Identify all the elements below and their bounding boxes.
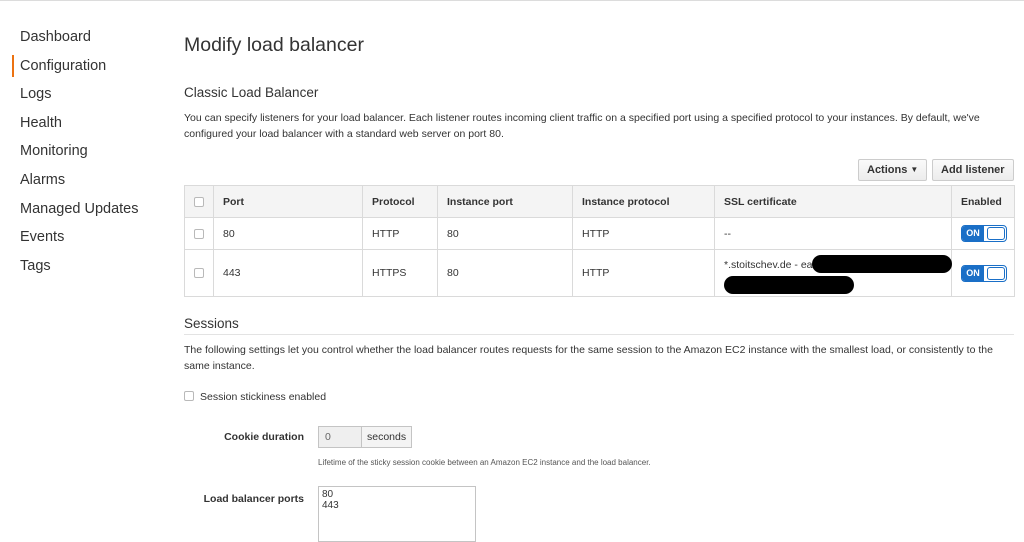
add-listener-button[interactable]: Add listener	[932, 159, 1014, 181]
column-header-instance-protocol: Instance protocol	[572, 185, 715, 218]
port-cell: 443	[213, 249, 363, 297]
sidebar-item-alarms[interactable]: Alarms	[12, 169, 162, 198]
sidebar-item-managed-updates[interactable]: Managed Updates	[12, 198, 162, 227]
row-select-cell	[184, 217, 214, 250]
sidebar-item-tags[interactable]: Tags	[12, 255, 162, 284]
session-stickiness-checkbox[interactable]	[184, 391, 194, 401]
enabled-cell: ON	[951, 217, 1015, 250]
protocol-cell: HTTPS	[362, 249, 438, 297]
sidebar-item-events[interactable]: Events	[12, 226, 162, 255]
sidebar-item-logs[interactable]: Logs	[12, 83, 162, 112]
table-header-row: Port Protocol Instance port Instance pro…	[184, 185, 1015, 218]
toggle-knob	[987, 227, 1005, 240]
instance-protocol-cell: HTTP	[572, 249, 715, 297]
sidebar-item-health[interactable]: Health	[12, 112, 162, 141]
cookie-duration-label: Cookie duration	[224, 431, 304, 443]
row-checkbox[interactable]	[194, 228, 204, 239]
session-stickiness-label: Session stickiness enabled	[200, 391, 327, 403]
table-row[interactable]: 443 HTTPS 80 HTTP *.stoitschev.de - ea O…	[184, 249, 1015, 297]
load-balancer-ports-list[interactable]: 80 443	[318, 486, 476, 542]
redaction-block	[812, 255, 952, 273]
cookie-duration-input[interactable]: 0	[318, 426, 362, 448]
protocol-cell: HTTP	[362, 217, 438, 250]
column-header-ssl-certificate: SSL certificate	[714, 185, 952, 218]
column-header-instance-port: Instance port	[437, 185, 573, 218]
instance-port-cell: 80	[437, 217, 573, 250]
toggle-on-label: ON	[962, 265, 984, 281]
table-row[interactable]: 80 HTTP 80 HTTP -- ON	[184, 217, 1015, 250]
enabled-cell: ON	[951, 249, 1015, 297]
instance-protocol-cell: HTTP	[572, 217, 715, 250]
redaction-block	[724, 276, 854, 294]
column-header-port: Port	[213, 185, 363, 218]
classic-lb-heading: Classic Load Balancer	[184, 85, 319, 100]
actions-button[interactable]: Actions ▼	[858, 159, 928, 181]
cookie-duration-hint: Lifetime of the sticky session cookie be…	[318, 458, 651, 467]
cookie-duration-group: 0 seconds	[318, 426, 413, 448]
port-cell: 80	[213, 217, 363, 250]
row-checkbox[interactable]	[194, 268, 204, 279]
listeners-table: Port Protocol Instance port Instance pro…	[184, 185, 1015, 297]
port-option[interactable]: 443	[322, 500, 472, 511]
sidebar-item-monitoring[interactable]: Monitoring	[12, 140, 162, 169]
cookie-duration-unit: seconds	[362, 426, 413, 448]
sessions-divider	[184, 334, 1014, 335]
select-all-checkbox[interactable]	[194, 196, 204, 207]
sessions-description: The following settings let you control w…	[184, 344, 993, 372]
enabled-toggle[interactable]: ON	[961, 264, 1007, 282]
ssl-certificate-cell: --	[714, 217, 952, 250]
instance-port-cell: 80	[437, 249, 573, 297]
enabled-toggle[interactable]: ON	[961, 225, 1007, 242]
caret-down-icon: ▼	[910, 165, 919, 174]
column-header-protocol: Protocol	[362, 185, 438, 218]
actions-button-label: Actions	[867, 164, 908, 176]
load-balancer-ports-label: Load balancer ports	[203, 493, 304, 505]
sidebar-item-dashboard[interactable]: Dashboard	[12, 26, 162, 55]
top-divider	[0, 0, 1024, 1]
sidebar-nav: Dashboard Configuration Logs Health Moni…	[12, 26, 162, 283]
ssl-certificate-text: *.stoitschev.de - ea	[724, 259, 813, 271]
row-select-cell	[184, 249, 214, 297]
ssl-certificate-cell: *.stoitschev.de - ea	[714, 249, 952, 297]
port-option[interactable]: 80	[322, 489, 472, 500]
ssl-certificate-content: *.stoitschev.de - ea	[724, 250, 952, 296]
session-stickiness-option[interactable]: Session stickiness enabled	[184, 391, 326, 403]
select-all-cell	[184, 185, 214, 218]
page-title: Modify load balancer	[184, 34, 364, 56]
toggle-on-label: ON	[962, 226, 984, 241]
column-header-enabled: Enabled	[951, 185, 1015, 218]
toggle-knob	[987, 266, 1005, 280]
sidebar-item-configuration[interactable]: Configuration	[12, 54, 162, 84]
sessions-heading: Sessions	[184, 316, 239, 331]
classic-lb-description: You can specify listeners for your load …	[184, 112, 980, 140]
